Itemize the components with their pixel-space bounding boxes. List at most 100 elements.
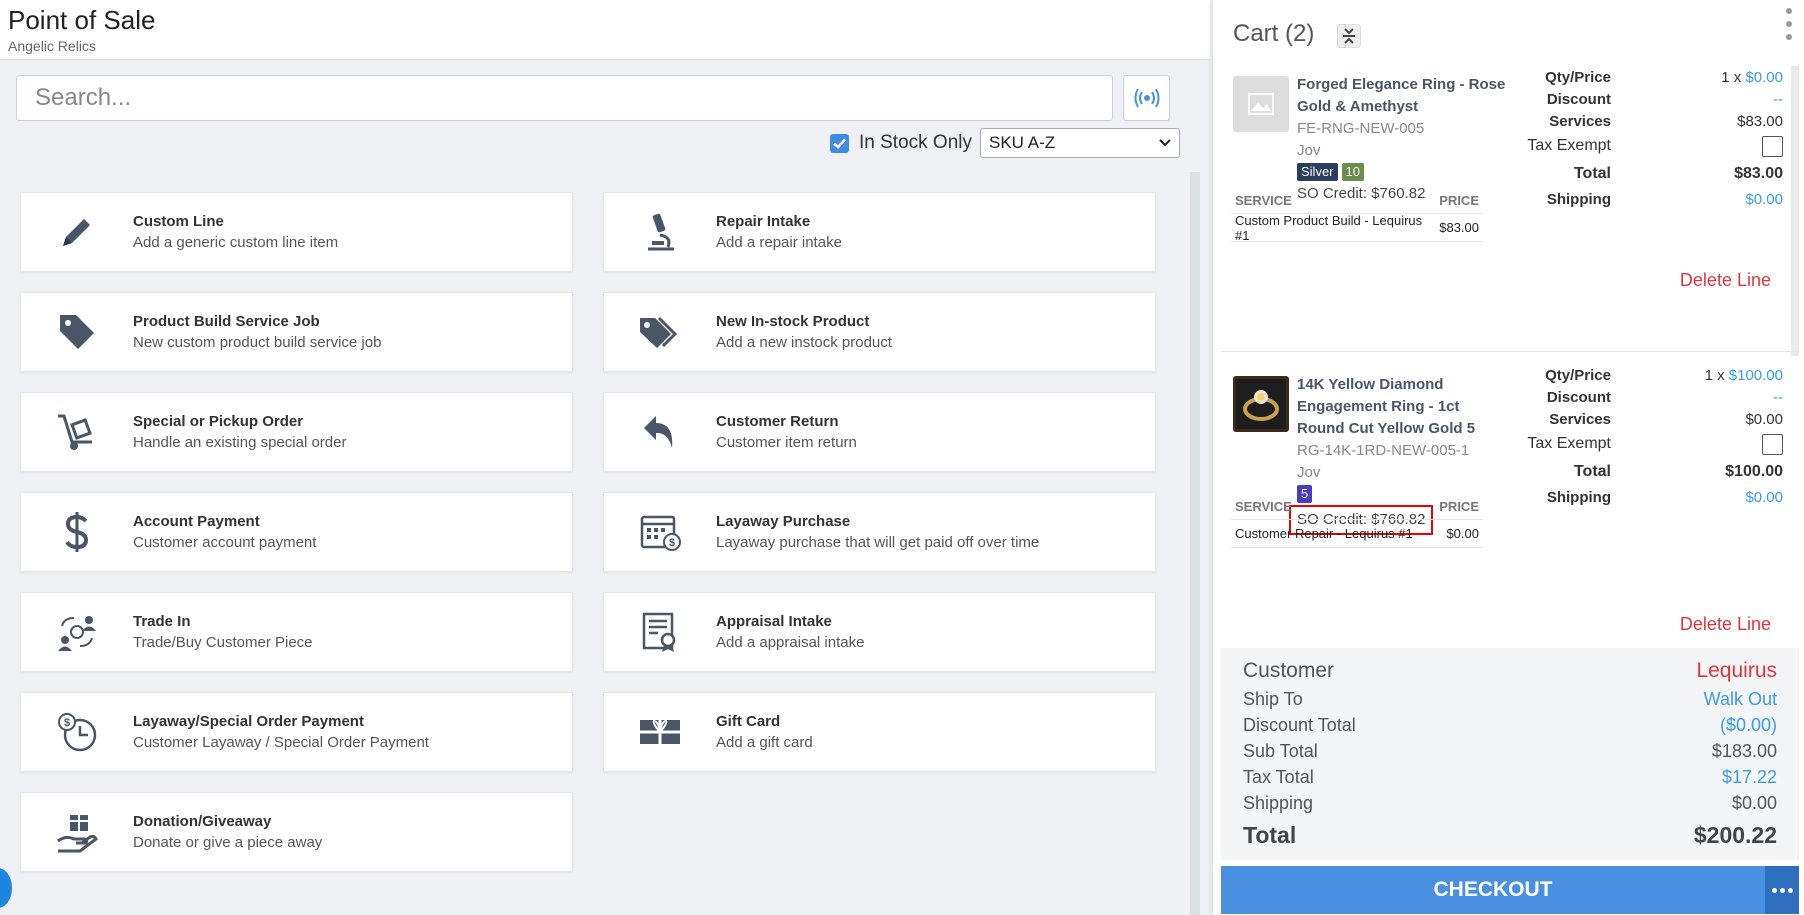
tile-special-order[interactable]: Special or Pickup Order Handle an existi… xyxy=(20,392,573,472)
discount-label: Discount xyxy=(1546,388,1611,406)
tile-custom-line[interactable]: Custom Line Add a generic custom line it… xyxy=(20,192,573,272)
reply-icon xyxy=(604,412,716,452)
price-col-header: PRICE xyxy=(1439,193,1479,208)
collapse-button[interactable] xyxy=(1337,24,1361,48)
tax-exempt-checkbox[interactable] xyxy=(1762,135,1783,157)
tile-layaway-payment[interactable]: $ Layaway/Special Order Payment Customer… xyxy=(20,692,573,772)
hand-gift-icon xyxy=(21,811,133,853)
tile-layaway-purchase[interactable]: $ Layaway Purchase Layaway purchase that… xyxy=(603,492,1156,572)
help-chat-button[interactable] xyxy=(0,868,12,908)
shipping-value[interactable]: $0.00 xyxy=(1661,489,1791,506)
line-total-value: $83.00 xyxy=(1734,165,1783,182)
tile-customer-return[interactable]: Customer Return Customer item return xyxy=(603,392,1156,472)
product-thumbnail[interactable] xyxy=(1233,376,1289,432)
tile-gift-card[interactable]: Gift Card Add a gift card xyxy=(603,692,1156,772)
qty-price-value[interactable]: 1 x $100.00 xyxy=(1661,367,1791,384)
users-exchange-icon xyxy=(21,612,133,652)
line-info: Forged Elegance Ring - Rose Gold & Ameth… xyxy=(1297,74,1507,205)
service-col-header: SERVICE xyxy=(1235,499,1292,514)
filter-row: In Stock Only SKU A-Z xyxy=(830,128,1180,158)
delete-line-button[interactable]: Delete Line xyxy=(1680,270,1771,291)
search-input[interactable] xyxy=(16,75,1113,121)
discount-total-label: Discount Total xyxy=(1243,714,1356,735)
tile-subtitle: Add a appraisal intake xyxy=(716,634,865,651)
services-value: $83.00 xyxy=(1737,112,1783,130)
tile-donation[interactable]: Donation/Giveaway Donate or give a piece… xyxy=(20,792,573,872)
checkout-button[interactable]: CHECKOUT xyxy=(1221,866,1765,914)
sort-select-value: SKU A-Z xyxy=(989,133,1056,152)
tile-subtitle: Handle an existing special order xyxy=(133,434,347,451)
service-table: SERVICE PRICE Customer Repair - Lequirus … xyxy=(1231,494,1483,548)
discount-value[interactable]: -- xyxy=(1661,91,1791,108)
subtotal-value: $183.00 xyxy=(1711,740,1777,761)
tax-exempt-checkbox[interactable] xyxy=(1762,433,1783,455)
tile-title: Gift Card xyxy=(716,713,781,730)
scan-button[interactable] xyxy=(1123,75,1170,121)
dollar-icon xyxy=(21,511,133,553)
qty-price-value[interactable]: 1 x $0.00 xyxy=(1661,69,1791,86)
tile-new-instock-product[interactable]: New In-stock Product Add a new instock p… xyxy=(603,292,1156,372)
svg-text:$: $ xyxy=(64,717,70,729)
cart-lines: Forged Elegance Ring - Rose Gold & Ameth… xyxy=(1221,62,1799,646)
discount-label: Discount xyxy=(1546,90,1611,108)
services-value: $0.00 xyxy=(1745,410,1783,428)
metal-badge: Silver xyxy=(1297,163,1338,181)
tax-exempt-label: Tax Exempt xyxy=(1527,137,1611,154)
calendar-dollar-icon: $ xyxy=(604,512,716,552)
tile-trade-in[interactable]: Trade In Trade/Buy Customer Piece xyxy=(20,592,573,672)
tile-title: Customer Return xyxy=(716,413,839,430)
price-value[interactable]: $100.00 xyxy=(1729,367,1783,384)
ship-to-value[interactable]: Walk Out xyxy=(1704,689,1777,710)
tile-account-payment[interactable]: Account Payment Customer account payment xyxy=(20,492,573,572)
qty-price-label: Qty/Price xyxy=(1545,68,1611,86)
cart-line: Forged Elegance Ring - Rose Gold & Ameth… xyxy=(1221,62,1799,352)
salesperson: Jov xyxy=(1297,464,1321,481)
tile-subtitle: Customer item return xyxy=(716,434,857,451)
tag-icon xyxy=(21,311,133,353)
discount-total-value[interactable]: ($0.00) xyxy=(1720,715,1777,736)
in-stock-checkbox[interactable] xyxy=(830,133,849,153)
tile-subtitle: Add a repair intake xyxy=(716,234,842,251)
delete-line-button[interactable]: Delete Line xyxy=(1680,614,1771,635)
services-label: Services xyxy=(1549,112,1611,130)
cart-title: Cart (2) xyxy=(1233,20,1315,47)
tile-repair-intake[interactable]: Repair Intake Add a repair intake xyxy=(603,192,1156,272)
svg-text:$: $ xyxy=(669,537,675,549)
service-name: Customer Repair - Lequirus #1 xyxy=(1235,526,1413,541)
tile-subtitle: Customer account payment xyxy=(133,534,317,551)
tax-exempt-label: Tax Exempt xyxy=(1527,435,1611,452)
table-row[interactable]: Custom Product Build - Lequirus #1 $83.00 xyxy=(1231,213,1483,243)
store-name: Angelic Relics xyxy=(8,38,96,54)
badges: Silver 10 xyxy=(1297,163,1507,181)
qty-price-label: Qty/Price xyxy=(1545,366,1611,384)
tile-title: Custom Line xyxy=(133,213,224,230)
cart-menu-button[interactable] xyxy=(1784,8,1794,40)
tile-scrollbar[interactable] xyxy=(1190,172,1200,915)
tile-title: New In-stock Product xyxy=(716,313,870,330)
tile-subtitle: Add a gift card xyxy=(716,734,813,751)
price-value[interactable]: $0.00 xyxy=(1745,69,1783,86)
microscope-icon xyxy=(604,211,716,253)
tags-icon xyxy=(604,312,716,352)
product-thumbnail[interactable] xyxy=(1233,76,1289,132)
service-col-header: SERVICE xyxy=(1235,193,1292,208)
tax-total-value[interactable]: $17.22 xyxy=(1722,767,1777,788)
line-total-label: Total xyxy=(1573,165,1611,182)
sort-select[interactable]: SKU A-Z xyxy=(980,128,1180,158)
product-name[interactable]: Forged Elegance Ring - Rose Gold & Ameth… xyxy=(1297,74,1507,118)
dolly-icon xyxy=(21,412,133,452)
shipping-total-label: Shipping xyxy=(1243,792,1314,813)
tile-appraisal-intake[interactable]: Appraisal Intake Add a appraisal intake xyxy=(603,592,1156,672)
discount-value[interactable]: -- xyxy=(1661,389,1791,406)
salesperson: Jov xyxy=(1297,142,1321,159)
cart-line: 14K Yellow Diamond Engagement Ring - 1ct… xyxy=(1221,362,1799,652)
tile-subtitle: Customer Layaway / Special Order Payment xyxy=(133,734,429,751)
tile-product-build[interactable]: Product Build Service Job New custom pro… xyxy=(20,292,573,372)
product-name[interactable]: 14K Yellow Diamond Engagement Ring - 1ct… xyxy=(1297,374,1507,440)
checkout-options-button[interactable] xyxy=(1765,866,1799,914)
customer-value[interactable]: Lequirus xyxy=(1696,659,1777,683)
tile-title: Product Build Service Job xyxy=(133,313,320,330)
table-row[interactable]: Customer Repair - Lequirus #1 $0.00 xyxy=(1231,520,1483,548)
shipping-value[interactable]: $0.00 xyxy=(1661,191,1791,208)
tile-subtitle: Layaway purchase that will get paid off … xyxy=(716,534,1040,551)
